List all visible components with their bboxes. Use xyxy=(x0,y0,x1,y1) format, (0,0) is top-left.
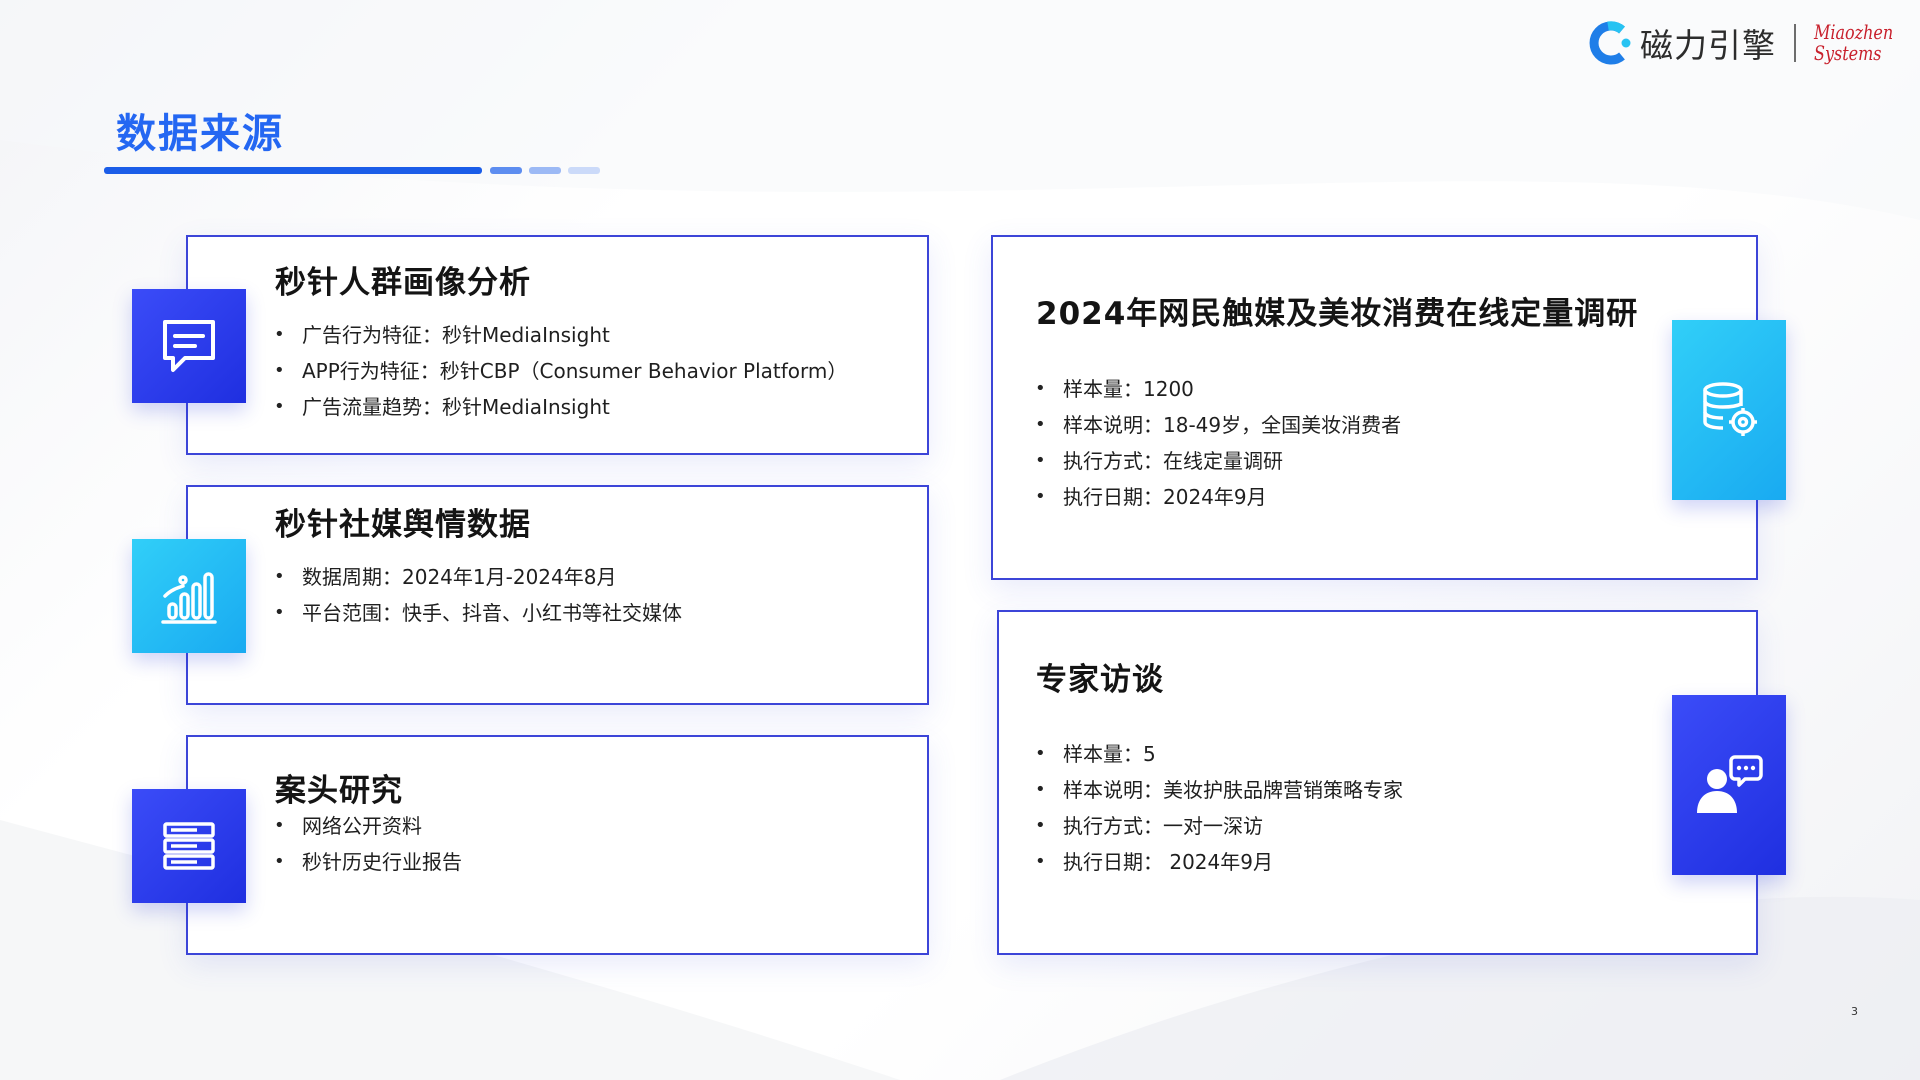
bullet-list: 广告行为特征：秒针MediaInsight APP行为特征：秒针CBP（Cons… xyxy=(272,317,847,425)
list-item: 执行日期： 2024年9月 xyxy=(1033,844,1403,880)
database-settings-icon xyxy=(1672,320,1786,500)
card-title: 案头研究 xyxy=(275,773,403,809)
list-item: 网络公开资料 xyxy=(272,808,462,844)
list-item: 样本说明：美妆护肤品牌营销策略专家 xyxy=(1033,772,1403,808)
list-item: 秒针历史行业报告 xyxy=(272,844,462,880)
brand-name-en-line1: Miaozhen xyxy=(1814,20,1894,44)
card-social-media: 秒针社媒舆情数据 数据周期：2024年1月-2024年8月 平台范围：快手、抖音… xyxy=(186,485,929,705)
page-title: 数据来源 xyxy=(116,111,284,157)
card-title: 专家访谈 xyxy=(1036,662,1164,698)
list-item: 数据周期：2024年1月-2024年8月 xyxy=(272,559,682,595)
list-item: 样本量：1200 xyxy=(1033,371,1401,407)
brand-logo-mark xyxy=(1586,20,1634,66)
list-item: 广告行为特征：秒针MediaInsight xyxy=(272,317,847,353)
title-underline xyxy=(104,167,482,174)
card-survey: 2024年网民触媒及美妆消费在线定量调研 样本量：1200 样本说明：18-49… xyxy=(991,235,1758,580)
list-item: 执行方式：在线定量调研 xyxy=(1033,443,1401,479)
bullet-list: 数据周期：2024年1月-2024年8月 平台范围：快手、抖音、小红书等社交媒体 xyxy=(272,559,682,631)
card-expert-interview: 专家访谈 样本量：5 样本说明：美妆护肤品牌营销策略专家 执行方式：一对一深访 … xyxy=(997,610,1758,955)
card-title: 秒针社媒舆情数据 xyxy=(275,507,531,543)
list-item: 执行方式：一对一深访 xyxy=(1033,808,1403,844)
title-underline-dash xyxy=(529,167,561,174)
card-title: 秒针人群画像分析 xyxy=(275,265,531,301)
bullet-list: 样本量：5 样本说明：美妆护肤品牌营销策略专家 执行方式：一对一深访 执行日期：… xyxy=(1033,736,1403,880)
list-item: 广告流量趋势：秒针MediaInsight xyxy=(272,389,847,425)
brand-name-en-line2: Systems xyxy=(1814,41,1882,65)
list-item: APP行为特征：秒针CBP（Consumer Behavior Platform… xyxy=(272,353,847,389)
logo-divider xyxy=(1794,24,1796,62)
list-item: 执行日期：2024年9月 xyxy=(1033,479,1401,515)
card-crowd-profile: 秒针人群画像分析 广告行为特征：秒针MediaInsight APP行为特征：秒… xyxy=(186,235,929,455)
bullet-list: 网络公开资料 秒针历史行业报告 xyxy=(272,808,462,880)
brand-logo: 磁力引擎 Miaozhen Systems xyxy=(1586,20,1902,66)
brand-name-en: Miaozhen Systems xyxy=(1814,20,1894,65)
title-underline-dash xyxy=(490,167,522,174)
card-title: 2024年网民触媒及美妆消费在线定量调研 xyxy=(1036,296,1639,332)
bar-chart-signal-icon xyxy=(132,539,246,653)
list-item: 平台范围：快手、抖音、小红书等社交媒体 xyxy=(272,595,682,631)
title-underline-dash xyxy=(568,167,600,174)
message-square-icon xyxy=(132,289,246,403)
card-desk-research: 案头研究 网络公开资料 秒针历史行业报告 xyxy=(186,735,929,955)
bullet-list: 样本量：1200 样本说明：18-49岁，全国美妆消费者 执行方式：在线定量调研… xyxy=(1033,371,1401,515)
list-item: 样本说明：18-49岁，全国美妆消费者 xyxy=(1033,407,1401,443)
page-number: 3 xyxy=(1851,1005,1858,1018)
person-chat-icon xyxy=(1672,695,1786,875)
stacked-documents-icon xyxy=(132,789,246,903)
brand-name-cn: 磁力引擎 xyxy=(1640,26,1776,65)
list-item: 样本量：5 xyxy=(1033,736,1403,772)
